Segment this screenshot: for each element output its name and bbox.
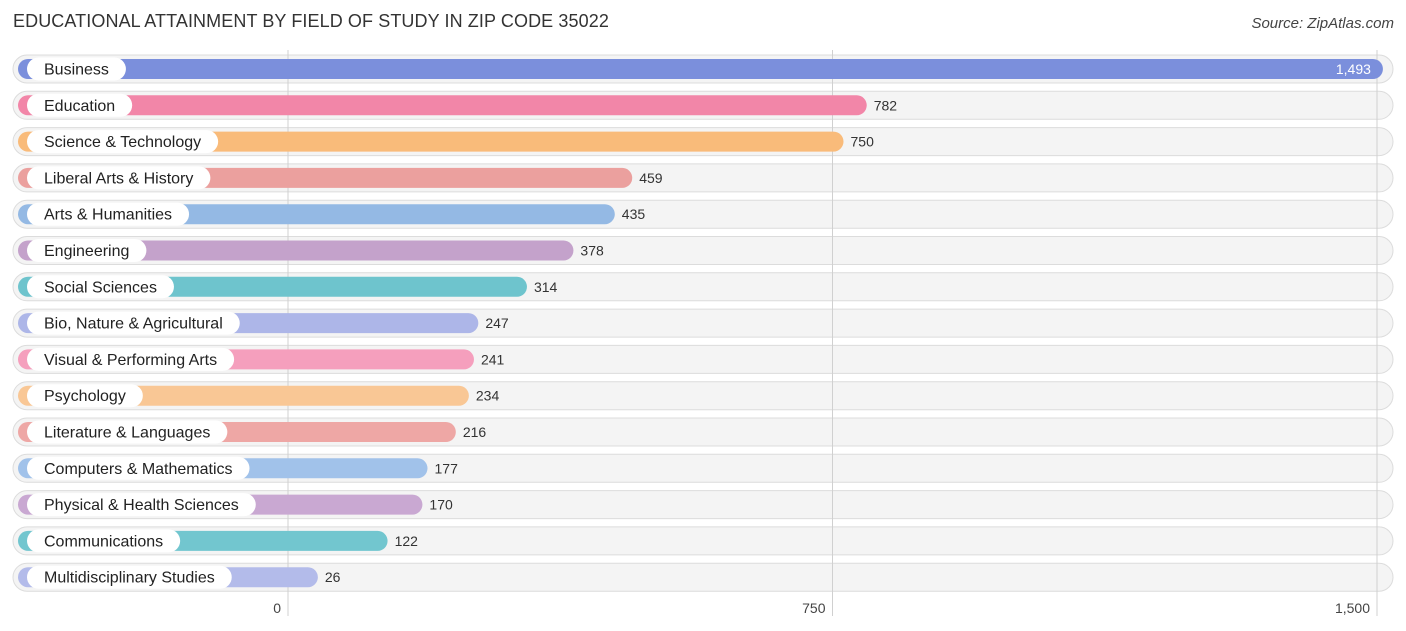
- category-label: Physical & Health Sciences: [44, 497, 239, 514]
- tick-label: 1,500: [1335, 600, 1370, 616]
- value-label: 314: [534, 279, 558, 295]
- value-label: 177: [435, 460, 459, 476]
- value-label: 170: [429, 497, 453, 513]
- category-label: Psychology: [44, 388, 126, 405]
- value-label: 459: [639, 170, 663, 186]
- bar-chart: Business 1,493 Education 782 Science & Techn…: [12, 50, 1394, 616]
- category-label: Engineering: [44, 243, 129, 260]
- category-label: Business: [44, 62, 109, 79]
- value-label: 782: [874, 97, 898, 113]
- bar: [18, 95, 867, 116]
- category-label: Arts & Humanities: [44, 207, 172, 224]
- value-label: 750: [851, 134, 875, 150]
- category-label: Literature & Languages: [44, 425, 210, 442]
- category-label: Science & Technology: [44, 134, 201, 151]
- category-label: Visual & Performing Arts: [44, 352, 217, 369]
- value-label: 435: [622, 206, 646, 222]
- value-label: 378: [580, 243, 604, 259]
- value-label: 122: [395, 533, 419, 549]
- value-label: 234: [476, 388, 500, 404]
- category-label: Multidisciplinary Studies: [44, 570, 215, 587]
- category-label: Education: [44, 98, 115, 115]
- category-label: Bio, Nature & Agricultural: [44, 316, 223, 333]
- tick-label: 0: [273, 600, 281, 616]
- value-label: 1,493: [1336, 61, 1371, 77]
- category-label: Social Sciences: [44, 279, 157, 296]
- category-label: Liberal Arts & History: [44, 170, 193, 187]
- category-label: Communications: [44, 533, 163, 550]
- category-label: Computers & Mathematics: [44, 461, 233, 478]
- value-label: 247: [485, 315, 509, 331]
- bar: [18, 59, 1383, 79]
- tick-label: 750: [802, 600, 826, 616]
- value-label: 216: [463, 424, 487, 440]
- value-label: 241: [481, 351, 505, 367]
- value-label: 26: [325, 569, 341, 585]
